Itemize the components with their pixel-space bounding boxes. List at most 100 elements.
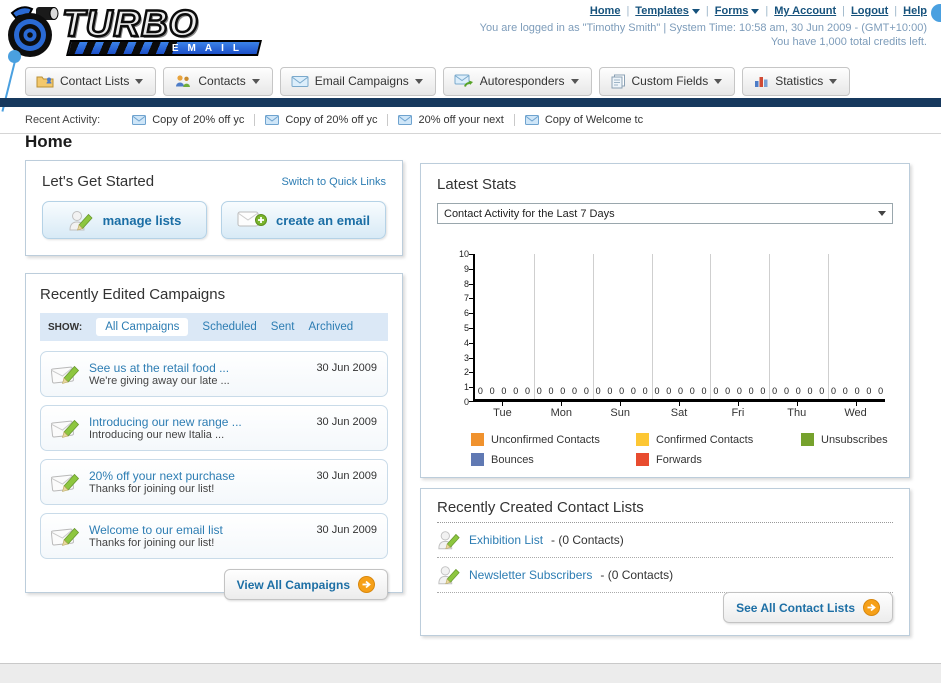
data-value-label: 0 [548, 386, 554, 396]
chart-plot-area: 0 1 2 3 4 5 6 7 8 9 10 0 0 0 0 0 0 0 0 0 0 0 0 0 0 0 0 0 0 0 0 0 0 0 0 0 0 0 0… [459, 249, 885, 407]
campaign-row[interactable]: See us at the retail food ... We're givi… [40, 351, 388, 397]
data-value-label: 0 [501, 386, 507, 396]
recent-activity-bar: Recent Activity: Copy of 20% off yc Copy… [0, 107, 941, 134]
header-link-my-account[interactable]: My Account [774, 5, 836, 17]
recent-activity-item[interactable]: Copy of 20% off yc [122, 114, 254, 126]
data-value-label: 0 [524, 386, 530, 396]
turbo-email-logo[interactable]: TURBO EMAIL [6, 2, 276, 63]
recent-activity-title: Copy of Welcome tc [544, 114, 644, 126]
navy-divider-bar [0, 98, 941, 107]
nav-tab-email-campaigns[interactable]: Email Campaigns [279, 67, 436, 96]
y-axis-tick-mark [469, 328, 474, 329]
data-value-label: 0 [654, 386, 660, 396]
legend-item: Unsubscribes [801, 433, 893, 446]
header-link-logout[interactable]: Logout [851, 5, 888, 17]
see-all-contact-lists-label: See All Contact Lists [736, 600, 855, 615]
tab-sent[interactable]: Sent [271, 321, 295, 333]
x-axis-day-label: Sun [591, 402, 650, 419]
recent-activity-item[interactable]: Copy of 20% off yc [254, 114, 387, 126]
create-email-button[interactable]: create an email [221, 201, 386, 239]
legend-item: Confirmed Contacts [636, 433, 801, 446]
nav-tab-statistics[interactable]: Statistics [742, 67, 851, 96]
header-link-templates[interactable]: Templates [635, 5, 700, 17]
header-link-forms[interactable]: Forms [715, 5, 760, 17]
y-axis-tick-label: 5 [463, 323, 469, 333]
contact-list-row[interactable]: Exhibition List - (0 Contacts) [437, 523, 893, 558]
nav-tab-contacts[interactable]: Contacts [163, 67, 273, 96]
chevron-down-icon [829, 78, 838, 84]
data-value-label: 0 [842, 386, 848, 396]
campaign-title-link[interactable]: Welcome to our email list [89, 523, 308, 537]
contact-list-link[interactable]: Exhibition List [469, 533, 543, 547]
see-all-contact-lists-button[interactable]: See All Contact Lists [723, 592, 893, 623]
switch-quick-links-link[interactable]: Switch to Quick Links [281, 176, 386, 188]
campaign-date: 30 Jun 2009 [316, 362, 377, 374]
person-pencil-icon [437, 529, 461, 551]
campaigns-title: Recently Edited Campaigns [40, 286, 226, 303]
legend-label: Forwards [656, 453, 702, 466]
decorative-blue-ball [931, 4, 941, 22]
data-value-label: 0 [819, 386, 825, 396]
recent-activity-item[interactable]: Copy of Welcome tc [513, 114, 653, 126]
nav-tab-custom-fields[interactable]: Custom Fields [598, 67, 736, 96]
header-link-home[interactable]: Home [590, 5, 621, 17]
credits-text: You have 1,000 total credits left. [770, 36, 927, 48]
nav-tab-autoresponders[interactable]: Autoresponders [442, 67, 592, 96]
data-value-label: 0 [878, 386, 884, 396]
campaign-title-link[interactable]: 20% off your next purchase [89, 469, 308, 483]
envelope-pencil-icon [51, 362, 81, 386]
campaign-date: 30 Jun 2009 [316, 416, 377, 428]
data-value-label: 0 [760, 386, 766, 396]
recent-activity-item[interactable]: 20% off your next [387, 114, 513, 126]
tab-archived[interactable]: Archived [308, 321, 353, 333]
recent-activity-title: 20% off your next [418, 114, 504, 126]
envelope-icon [265, 115, 280, 125]
campaign-title-link[interactable]: Introducing our new range ... [89, 415, 308, 429]
contact-list-row[interactable]: Newsletter Subscribers - (0 Contacts) [437, 558, 893, 593]
tab-scheduled[interactable]: Scheduled [202, 321, 256, 333]
envelope-icon [398, 115, 413, 125]
nav-tab-contact-lists[interactable]: Contact Lists [25, 67, 157, 96]
envelope-plus-icon [237, 210, 268, 230]
y-axis-tick-label: 10 [458, 249, 469, 259]
person-pencil-icon [437, 564, 461, 586]
page-title: Home [25, 132, 73, 151]
chart-gridline [651, 254, 653, 399]
y-axis-tick-mark [469, 313, 474, 315]
data-value-label: 0 [642, 386, 648, 396]
y-axis-tick-label: 9 [463, 263, 469, 274]
chart-gridline [710, 254, 712, 399]
y-axis-tick-mark [469, 254, 474, 255]
x-axis-day-label: Thu [767, 402, 826, 419]
stats-period-select[interactable]: Contact Activity for the Last 7 Days [437, 203, 893, 224]
contact-lists-folder-icon [36, 74, 54, 88]
custom-fields-pages-icon [610, 74, 626, 89]
contact-list-link[interactable]: Newsletter Subscribers [469, 568, 592, 582]
data-value-label: 0 [772, 386, 778, 396]
legend-swatch-bounces [471, 453, 484, 466]
envelope-icon [132, 115, 147, 125]
data-value-label: 0 [736, 386, 742, 396]
legend-item: Bounces [471, 453, 636, 466]
campaign-row[interactable]: Welcome to our email list Thanks for joi… [40, 513, 388, 559]
footer-strip [0, 663, 941, 683]
data-value-label: 0 [595, 386, 601, 396]
y-axis-tick-mark [469, 372, 474, 374]
legend-swatch-forwards [636, 453, 649, 466]
statistics-bar-chart-icon [753, 74, 769, 88]
data-value-label: 0 [783, 386, 789, 396]
tab-all-campaigns[interactable]: All Campaigns [96, 318, 189, 336]
campaign-row[interactable]: 20% off your next purchase Thanks for jo… [40, 459, 388, 505]
y-axis-tick-mark [469, 357, 474, 359]
view-all-campaigns-button[interactable]: View All Campaigns [223, 569, 388, 600]
campaign-title-link[interactable]: See us at the retail food ... [89, 361, 308, 375]
header-link-help[interactable]: Help [903, 5, 927, 17]
chart-gridline [592, 254, 594, 399]
campaign-subtitle: Thanks for joining our list! [89, 537, 215, 549]
y-axis-tick-label: 4 [463, 337, 469, 348]
campaign-row[interactable]: Introducing our new range ... Introducin… [40, 405, 388, 451]
chevron-down-icon [251, 78, 260, 84]
manage-lists-button[interactable]: manage lists [42, 201, 207, 239]
envelope-pencil-icon [51, 470, 81, 494]
x-axis-day-label: Fri [708, 402, 767, 419]
